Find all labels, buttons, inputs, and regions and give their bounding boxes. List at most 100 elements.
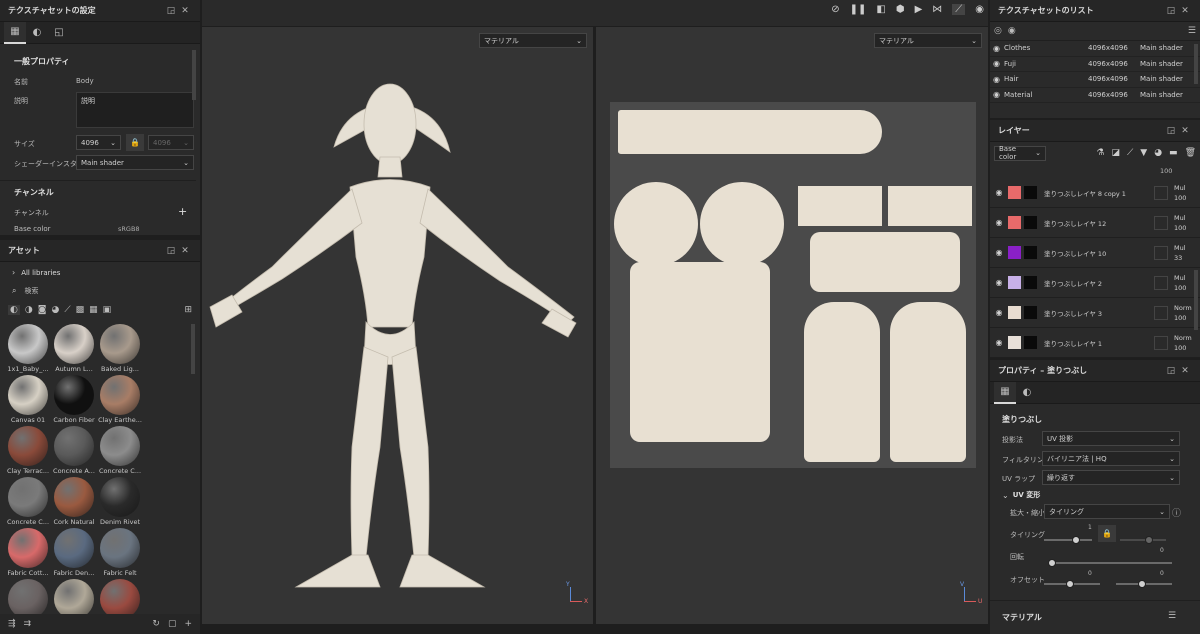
close-icon[interactable]: ✕ bbox=[178, 246, 192, 256]
add-icon[interactable]: + bbox=[184, 619, 192, 629]
visibility-toggle-icon[interactable]: ◎ bbox=[994, 26, 1002, 36]
layer-checkbox[interactable] bbox=[1154, 305, 1168, 320]
scrollbar[interactable] bbox=[191, 324, 195, 374]
filter-smart-material-icon[interactable]: ◑ bbox=[25, 305, 33, 315]
close-icon[interactable]: ✕ bbox=[1178, 126, 1192, 136]
tab-settings[interactable]: ▦ bbox=[4, 21, 26, 44]
channels-section-header[interactable]: チャンネル bbox=[14, 187, 54, 198]
material-view-select-uv[interactable]: マテリアル ⌄ bbox=[874, 33, 982, 48]
general-section-header[interactable]: 一般プロパティ bbox=[14, 56, 70, 67]
asset-thumbnail[interactable] bbox=[100, 375, 140, 415]
maximize-icon[interactable]: ◲ bbox=[1164, 6, 1178, 16]
tab-fill-settings[interactable]: ▦ bbox=[994, 381, 1016, 404]
size-select[interactable]: 4096 ⌄ bbox=[76, 135, 121, 150]
export-icon[interactable]: ⇉ bbox=[24, 619, 32, 629]
fill-section-header[interactable]: 塗りつぶし bbox=[1002, 414, 1042, 425]
add-fill-layer-icon[interactable]: ▼ bbox=[1140, 148, 1147, 158]
projection-select[interactable]: UV 投影 ⌄ bbox=[1042, 431, 1180, 446]
eye-icon[interactable]: ◉ bbox=[990, 188, 1008, 197]
add-folder-icon[interactable]: ▬ bbox=[1169, 148, 1178, 158]
asset-thumbnail[interactable] bbox=[100, 528, 140, 568]
layer-row[interactable]: ◉ 塗りつぶしレイヤ 2 Mul 100 bbox=[990, 268, 1200, 298]
tiling-slider-2[interactable] bbox=[1120, 539, 1166, 541]
new-folder-icon[interactable]: ▢ bbox=[168, 619, 177, 629]
maximize-icon[interactable]: ◲ bbox=[164, 246, 178, 256]
layer-blend-mode[interactable]: Norm bbox=[1174, 333, 1200, 343]
library-selector[interactable]: › All libraries bbox=[12, 268, 60, 277]
eye-icon[interactable]: ◉ bbox=[990, 75, 1004, 84]
layer-mask-thumbnail[interactable] bbox=[1024, 216, 1037, 229]
layer-checkbox[interactable] bbox=[1154, 185, 1168, 200]
filter-image-icon[interactable]: ▣ bbox=[103, 305, 112, 315]
material-section-header[interactable]: マテリアル bbox=[1002, 612, 1042, 623]
filter-procedural-icon[interactable]: ▩ bbox=[76, 305, 85, 315]
delete-layer-icon[interactable]: 🗑 bbox=[1185, 148, 1196, 158]
filtering-select[interactable]: バイリニア法 | HQ ⌄ bbox=[1042, 451, 1180, 466]
layer-mask-thumbnail[interactable] bbox=[1024, 186, 1037, 199]
size-select-2[interactable]: 4096 ⌄ bbox=[148, 135, 194, 150]
eye-icon[interactable]: ◉ bbox=[990, 59, 1004, 68]
layer-color-thumbnail[interactable] bbox=[1008, 276, 1021, 289]
scrollbar[interactable] bbox=[1194, 44, 1198, 84]
list-menu-icon[interactable]: ☰ bbox=[1168, 611, 1176, 621]
uv-transform-section-header[interactable]: ⌄ UV 変形 bbox=[1002, 490, 1040, 500]
offset-y-slider-knob[interactable] bbox=[1138, 580, 1146, 588]
camera-off-icon[interactable]: ⊘ bbox=[831, 4, 839, 15]
asset-thumbnail[interactable] bbox=[8, 324, 48, 364]
layer-row[interactable]: ◉ 塗りつぶしレイヤ 3 Norm 100 bbox=[990, 298, 1200, 328]
asset-thumbnail[interactable] bbox=[54, 426, 94, 466]
pause-icon[interactable]: ❚❚ bbox=[850, 4, 867, 15]
eye-icon[interactable]: ◉ bbox=[990, 338, 1008, 347]
channel-select[interactable]: Base color ⌄ bbox=[994, 145, 1046, 161]
asset-thumbnail[interactable] bbox=[100, 579, 140, 619]
refresh-icon[interactable]: ↻ bbox=[152, 619, 160, 629]
cube-icon[interactable]: ⬢ bbox=[896, 4, 905, 15]
layer-blend-mode[interactable]: Mul bbox=[1174, 183, 1200, 193]
asset-thumbnail[interactable] bbox=[54, 579, 94, 619]
tiling-slider-knob[interactable] bbox=[1072, 536, 1080, 544]
layer-color-thumbnail[interactable] bbox=[1008, 306, 1021, 319]
tiling-slider-2-knob[interactable] bbox=[1145, 536, 1153, 544]
list-menu-icon[interactable]: ☰ bbox=[1188, 26, 1196, 36]
eye-icon[interactable]: ◉ bbox=[990, 218, 1008, 227]
filter-mask-icon[interactable]: ◙ bbox=[38, 305, 47, 315]
search-input[interactable]: ⌕ 検索 bbox=[12, 286, 38, 296]
filter-generator-icon[interactable]: ◕ bbox=[51, 305, 59, 315]
texture-set-row[interactable]: ◉ Clothes 4096x4096 Main shader bbox=[990, 41, 1200, 57]
eye-icon[interactable]: ◉ bbox=[990, 90, 1004, 99]
layer-row[interactable]: ◉ 塗りつぶしレイヤ 1 Norm 100 bbox=[990, 328, 1200, 358]
add-effect-icon[interactable]: ⚗ bbox=[1096, 148, 1104, 158]
screenshot-icon[interactable]: ◉ bbox=[975, 4, 984, 15]
layer-color-thumbnail[interactable] bbox=[1008, 246, 1021, 259]
scrollbar[interactable] bbox=[1194, 270, 1198, 330]
asset-thumbnail[interactable] bbox=[54, 528, 94, 568]
tiling-slider[interactable] bbox=[1044, 539, 1092, 541]
layer-mask-thumbnail[interactable] bbox=[1024, 306, 1037, 319]
layer-opacity[interactable]: 33 bbox=[1174, 253, 1200, 263]
asset-thumbnail[interactable] bbox=[100, 426, 140, 466]
scrollbar[interactable] bbox=[192, 50, 196, 100]
info-icon[interactable]: ⓘ bbox=[1172, 506, 1181, 519]
uv-wrap-select[interactable]: 繰り返す ⌄ bbox=[1042, 470, 1180, 485]
maximize-icon[interactable]: ◲ bbox=[1164, 366, 1178, 376]
tab-fill-material[interactable]: ◐ bbox=[1016, 382, 1038, 404]
texture-set-row[interactable]: ◉ Fuji 4096x4096 Main shader bbox=[990, 57, 1200, 72]
filter-brush-icon[interactable]: ⟋ bbox=[64, 305, 70, 315]
viewport-uv[interactable]: マテリアル ⌄ V U bbox=[596, 27, 988, 624]
shader-select[interactable]: Main shader ⌄ bbox=[76, 155, 194, 170]
layer-checkbox[interactable] bbox=[1154, 335, 1168, 350]
layer-mask-thumbnail[interactable] bbox=[1024, 276, 1037, 289]
layer-opacity[interactable]: 100 bbox=[1174, 193, 1200, 203]
tab-material[interactable]: ◐ bbox=[26, 22, 48, 44]
layer-checkbox[interactable] bbox=[1154, 215, 1168, 230]
rotation-slider-knob[interactable] bbox=[1048, 559, 1056, 567]
camera-icon[interactable]: ▶ bbox=[915, 4, 923, 15]
eye-icon[interactable]: ◉ bbox=[990, 308, 1008, 317]
viewport-3d[interactable]: マテリアル ⌄ Y X bbox=[202, 27, 593, 624]
eye-icon[interactable]: ◉ bbox=[1008, 26, 1016, 36]
add-paint-layer-icon[interactable]: ⟋ bbox=[1127, 148, 1133, 158]
import-icon[interactable]: ⇶ bbox=[8, 619, 16, 629]
eye-icon[interactable]: ◉ bbox=[990, 44, 1004, 53]
asset-thumbnail[interactable] bbox=[8, 426, 48, 466]
tiling-lock-button[interactable]: 🔒 bbox=[1098, 525, 1116, 542]
